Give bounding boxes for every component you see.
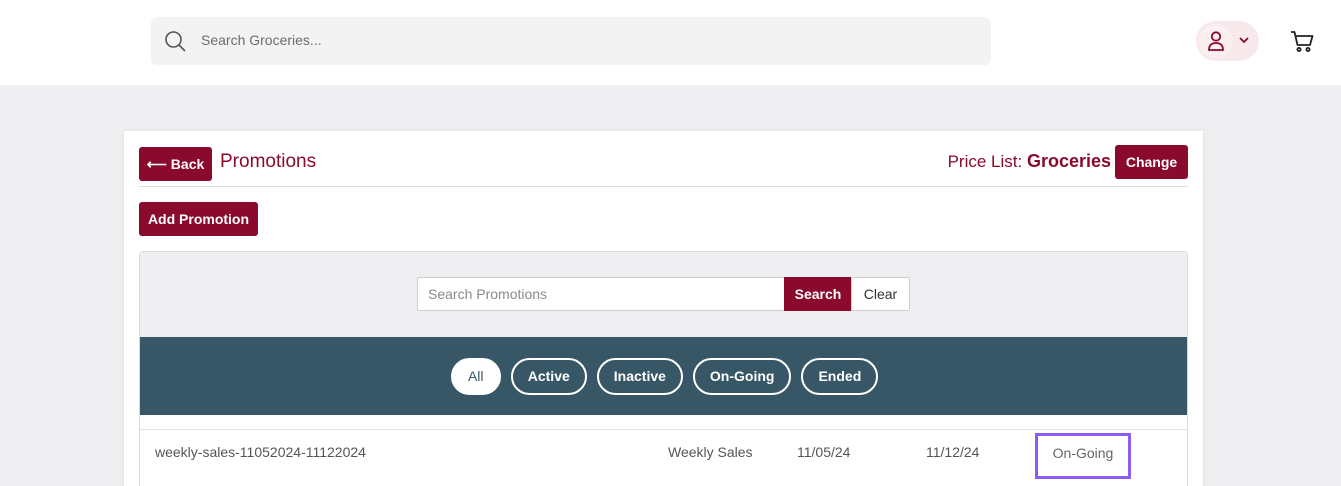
- search-icon: [165, 31, 186, 52]
- filter-inactive[interactable]: Inactive: [596, 357, 683, 395]
- back-button-label: Back: [170, 156, 205, 172]
- filter-all[interactable]: All: [450, 357, 501, 395]
- global-search-placeholder: Search Groceries...: [201, 32, 322, 48]
- price-list-value: Groceries: [1026, 151, 1111, 171]
- top-navigation-bar: Search Groceries...: [0, 0, 1341, 85]
- clear-button[interactable]: Clear: [851, 277, 910, 311]
- search-button[interactable]: Search: [784, 277, 852, 311]
- promotion-search-input[interactable]: [417, 277, 785, 311]
- price-list-label: Price List:: [947, 152, 1023, 171]
- add-promotion-button[interactable]: Add Promotion: [139, 202, 258, 236]
- price-list-indicator: Price List: Groceries: [948, 151, 1111, 172]
- chevron-down-icon: [1239, 37, 1249, 44]
- promotions-list: Search Clear All Active Inactive On-Goin…: [139, 251, 1188, 486]
- filter-on-going[interactable]: On-Going: [692, 357, 792, 395]
- promotion-type: Weekly Sales: [668, 444, 753, 460]
- promotion-name: weekly-sales-11052024-11122024: [155, 444, 366, 460]
- back-button[interactable]: ⟵ Back: [139, 147, 212, 181]
- cart-icon[interactable]: [1289, 28, 1315, 54]
- table-row[interactable]: weekly-sales-11052024-11122024 Weekly Sa…: [140, 430, 1187, 486]
- status-filter-bar: All Active Inactive On-Going Ended: [140, 337, 1187, 415]
- promotion-end-date: 11/12/24: [926, 444, 980, 460]
- change-price-list-button[interactable]: Change: [1115, 145, 1188, 179]
- global-search-bar[interactable]: Search Groceries...: [151, 17, 991, 65]
- promotion-search-area: Search Clear: [140, 252, 1187, 337]
- arrow-left-icon: ⟵: [146, 155, 167, 172]
- promotions-panel: ⟵ Back Promotions Price List: Groceries …: [124, 131, 1203, 486]
- filter-active[interactable]: Active: [510, 357, 587, 395]
- page-title: Promotions: [220, 151, 317, 172]
- account-menu-button[interactable]: [1196, 21, 1259, 61]
- header-divider: [139, 186, 1188, 187]
- promotion-start-date: 11/05/24: [797, 444, 851, 460]
- filter-ended[interactable]: Ended: [801, 357, 879, 395]
- user-icon: [1199, 24, 1233, 58]
- status-badge: On-Going: [1035, 433, 1131, 479]
